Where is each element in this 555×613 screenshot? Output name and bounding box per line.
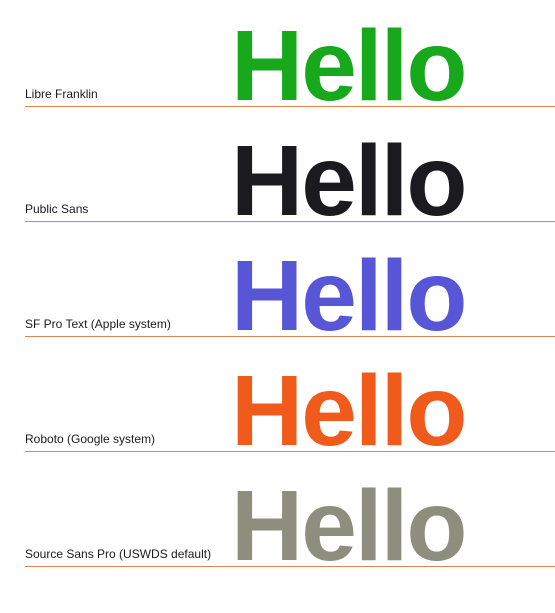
sample-hello: Hello — [231, 355, 467, 467]
specimen-row-source-sans-pro: Hello Source Sans Pro (USWDS default) — [0, 460, 555, 582]
baseline-rule — [25, 106, 555, 107]
specimen-row-roboto: Hello Roboto (Google system) — [0, 345, 555, 467]
baseline-rule — [25, 451, 555, 452]
specimen-row-sf-pro-text: Hello SF Pro Text (Apple system) — [0, 230, 555, 352]
sample-hello: Hello — [231, 240, 467, 352]
sample-hello: Hello — [231, 125, 467, 237]
font-name-label: Libre Franklin — [25, 87, 98, 101]
sample-hello: Hello — [231, 470, 467, 582]
font-name-label: Public Sans — [25, 202, 89, 216]
font-specimen-page: Hello Libre Franklin Hello Public Sans H… — [0, 0, 555, 613]
baseline-rule — [25, 221, 555, 222]
font-name-label: Source Sans Pro (USWDS default) — [25, 547, 212, 561]
baseline-rule — [25, 336, 555, 337]
font-name-label: SF Pro Text (Apple system) — [25, 317, 171, 331]
specimen-row-libre-franklin: Hello Libre Franklin — [0, 0, 555, 122]
font-name-label: Roboto (Google system) — [25, 432, 156, 446]
baseline-rule — [25, 566, 555, 567]
sample-hello: Hello — [231, 10, 467, 122]
specimen-row-public-sans: Hello Public Sans — [0, 115, 555, 237]
